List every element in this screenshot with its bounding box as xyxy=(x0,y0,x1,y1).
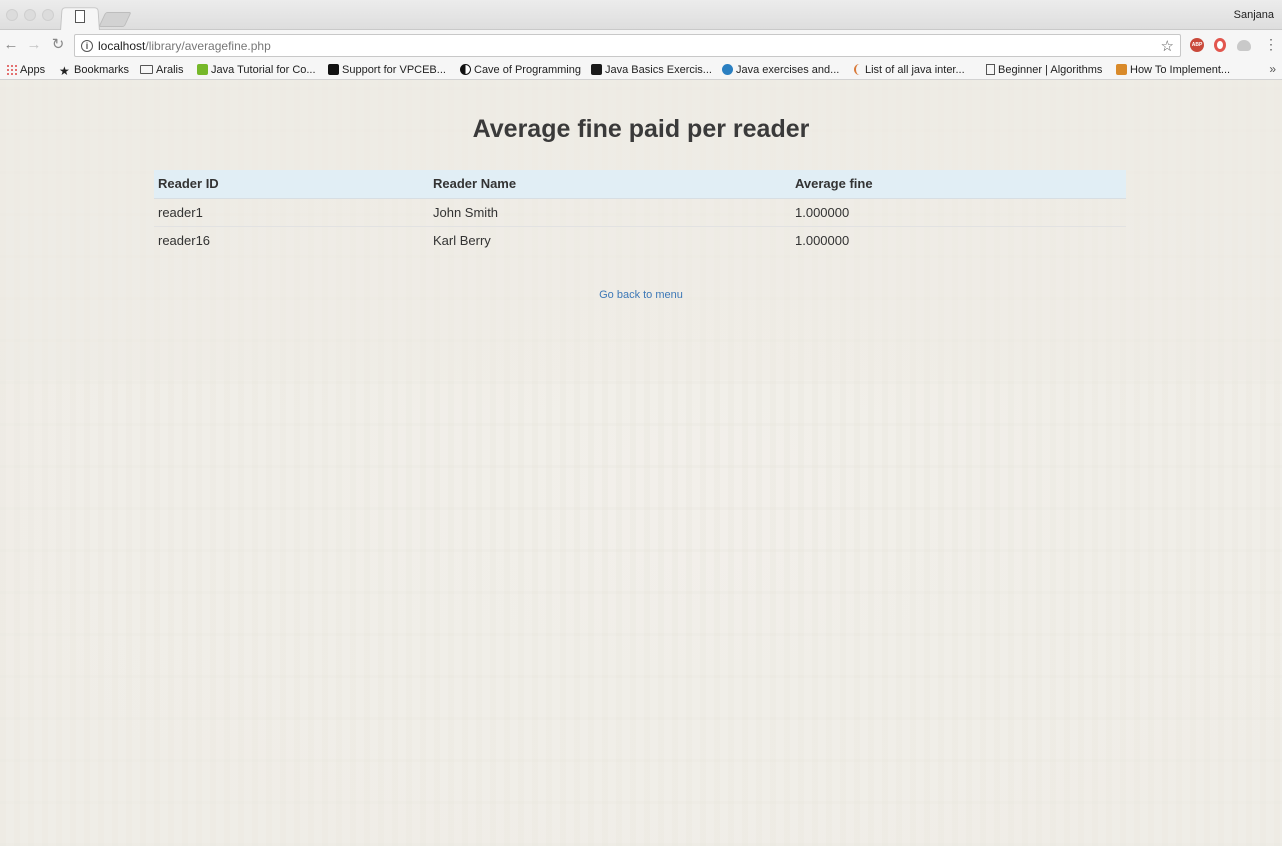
bookmark-java-exercises[interactable]: Java exercises and... xyxy=(722,63,839,77)
cell-reader-name: John Smith xyxy=(429,197,791,226)
bookmark-apps[interactable]: Apps xyxy=(6,63,45,77)
cell-average-fine: 1.000000 xyxy=(791,197,1126,226)
address-bar[interactable]: i localhost/library/averagefine.php ☆ xyxy=(74,34,1181,57)
bookmarks-overflow-icon[interactable]: » xyxy=(1269,62,1276,76)
table-row: reader1 John Smith 1.000000 xyxy=(154,197,1126,226)
java-globe-icon xyxy=(722,64,733,75)
bookmark-cave-of-programming[interactable]: Cave of Programming xyxy=(460,63,581,77)
new-tab-button[interactable] xyxy=(98,12,132,27)
bookmark-java-basics[interactable]: Java Basics Exercis... xyxy=(591,63,712,77)
page-icon xyxy=(986,64,995,75)
bookmark-label: Apps xyxy=(20,64,46,76)
back-arrow-icon[interactable]: ← xyxy=(2,36,20,54)
bookmark-label: How To Implement... xyxy=(1130,64,1231,76)
forward-arrow-icon[interactable]: → xyxy=(25,36,43,54)
bookmark-support-vpceb[interactable]: Support for VPCEB... xyxy=(328,63,446,77)
page-icon xyxy=(75,10,85,23)
terminal-icon xyxy=(591,64,602,75)
info-icon[interactable]: i xyxy=(81,40,93,52)
menu-kebab-icon[interactable]: ⋮ xyxy=(1264,37,1278,51)
bookmark-how-to-implement[interactable]: How To Implement... xyxy=(1116,63,1230,77)
folder-icon xyxy=(140,65,153,74)
url-host: localhost xyxy=(98,39,146,53)
apps-grid-icon xyxy=(6,64,17,75)
bookmark-label: Java Basics Exercis... xyxy=(605,64,712,76)
browser-titlebar: Sanjana xyxy=(0,0,1282,31)
bookmarks-bar: Apps ★ Bookmarks Aralis Java Tutorial for… xyxy=(0,60,1282,80)
window-maximize-button[interactable] xyxy=(42,9,54,21)
bookmark-label: Java Tutorial for Co... xyxy=(211,64,316,76)
bookmark-java-tutorial[interactable]: Java Tutorial for Co... xyxy=(197,63,316,77)
table-row: reader16 Karl Berry 1.000000 xyxy=(154,225,1126,254)
bookmark-label: Support for VPCEB... xyxy=(342,64,446,76)
table-header-row: Reader ID Reader Name Average fine xyxy=(154,170,1126,199)
bookmark-star-icon[interactable]: ☆ xyxy=(1161,37,1174,55)
column-header-reader-id: Reader ID xyxy=(154,170,429,199)
page-title: Average fine paid per reader xyxy=(472,115,810,143)
cloud-extension-icon[interactable] xyxy=(1237,40,1251,51)
orange-square-icon xyxy=(1116,64,1127,75)
column-header-reader-name: Reader Name xyxy=(429,170,791,199)
opera-icon[interactable] xyxy=(1214,38,1226,52)
bookmark-bookmarks[interactable]: ★ Bookmarks xyxy=(59,63,129,77)
bookmark-label: List of all java inter... xyxy=(865,64,965,76)
page-content: Average fine paid per reader Reader ID R… xyxy=(0,80,1282,846)
cell-average-fine: 1.000000 xyxy=(791,225,1126,254)
bookmark-java-interview[interactable]: List of all java inter... xyxy=(854,63,965,77)
window-minimize-button[interactable] xyxy=(24,9,36,21)
browser-toolbar: ← → ↻ i localhost/library/averagefine.ph… xyxy=(0,30,1282,60)
cell-reader-id: reader1 xyxy=(154,197,429,226)
quote-icon xyxy=(854,64,862,75)
bookmark-label: Bookmarks xyxy=(74,64,130,76)
star-icon: ★ xyxy=(59,64,70,78)
column-header-average-fine: Average fine xyxy=(791,170,1126,199)
cell-reader-id: reader16 xyxy=(154,225,429,254)
url-path: /library/averagefine.php xyxy=(145,39,271,53)
yin-yang-icon xyxy=(460,64,471,75)
bookmark-label: Cave of Programming xyxy=(474,64,581,76)
reload-icon[interactable]: ↻ xyxy=(49,36,67,54)
bookmark-aralis[interactable]: Aralis xyxy=(140,63,184,77)
average-fine-table: Reader ID Reader Name Average fine reade… xyxy=(154,170,1126,254)
cell-reader-name: Karl Berry xyxy=(429,225,791,254)
bookmark-label: Java exercises and... xyxy=(736,64,840,76)
bookmark-label: Beginner | Algorithms xyxy=(998,64,1103,76)
address-url[interactable]: localhost/library/averagefine.php xyxy=(98,39,271,53)
adblock-icon[interactable]: ABP xyxy=(1190,38,1204,52)
bookmark-beginner-algorithms[interactable]: Beginner | Algorithms xyxy=(986,63,1102,77)
back-to-menu-link[interactable]: Go back to menu xyxy=(0,289,1282,301)
bookmark-label: Aralis xyxy=(156,64,184,76)
udemy-icon xyxy=(197,64,208,75)
profile-name[interactable]: Sanjana xyxy=(1234,9,1274,21)
sony-s-icon xyxy=(328,64,339,75)
window-close-button[interactable] xyxy=(6,9,18,21)
